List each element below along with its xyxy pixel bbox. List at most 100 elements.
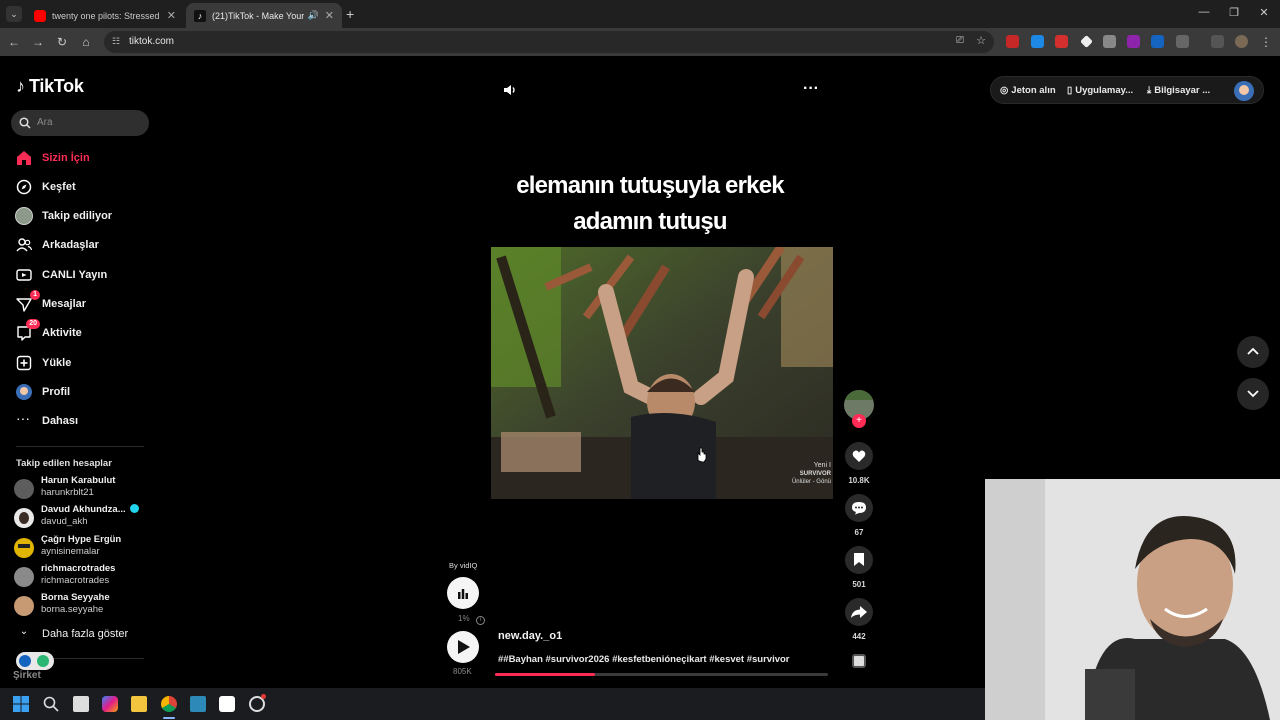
back-icon[interactable]: ←: [6, 34, 22, 50]
extension-badge-icon[interactable]: [1006, 35, 1019, 48]
extension-wave-icon[interactable]: [1151, 35, 1164, 48]
tab-tiktok[interactable]: ♪ (21)TikTok - Make Your Day 🔊 ✕: [186, 3, 342, 28]
tab-youtube[interactable]: twenty one pilots: Stressed Out ✕: [26, 3, 184, 28]
extensions-puzzle-icon[interactable]: [1176, 35, 1189, 48]
nav-explore[interactable]: Keşfet: [16, 176, 156, 198]
reading-list-icon[interactable]: [1211, 35, 1224, 48]
followed-account[interactable]: richmacrotrades richmacrotrades: [14, 563, 164, 589]
avatar: [14, 567, 34, 587]
tiktok-logo[interactable]: ♪ TikTok: [16, 76, 84, 97]
webcam-overlay: [985, 479, 1280, 720]
user-avatar[interactable]: [1234, 81, 1254, 101]
bookmark-star-icon[interactable]: ☆: [976, 34, 986, 47]
nav-more[interactable]: ··· Dahası: [16, 410, 156, 432]
vidiq-stats-button[interactable]: [447, 577, 479, 609]
nav-friends[interactable]: Arkadaşlar: [16, 234, 156, 256]
share-arrow-icon: [851, 606, 867, 618]
more-options-button[interactable]: ···: [803, 80, 819, 98]
forward-icon[interactable]: →: [30, 34, 46, 50]
extension-purple-icon[interactable]: [1127, 35, 1140, 48]
restore-icon[interactable]: ❐: [1226, 6, 1242, 19]
caption-line: elemanın tutuşuyla erkek: [516, 172, 784, 199]
nav-following[interactable]: Takip ediliyor: [15, 205, 156, 227]
nav-label: Aktivite: [42, 327, 82, 339]
ellipsis-icon: ···: [803, 80, 819, 97]
nav-profile[interactable]: Profil: [16, 381, 156, 403]
author-name[interactable]: new.day._o1: [498, 630, 562, 642]
show-more-button[interactable]: ⌄ Daha fazla göster: [16, 623, 156, 645]
follow-plus-button[interactable]: +: [852, 414, 866, 428]
account-handle: davud_akh: [41, 516, 88, 527]
address-bar[interactable]: ☷ tiktok.com ⎚ ☆: [104, 31, 994, 53]
tab-search-icon[interactable]: ⌄: [6, 6, 22, 22]
close-window-icon[interactable]: ✕: [1256, 6, 1272, 19]
new-tab-button[interactable]: +: [346, 6, 354, 22]
comment-button[interactable]: [845, 494, 873, 522]
nav-label: Sizin İçin: [42, 152, 90, 164]
watermark-text: Ünlüler - Gönü: [792, 478, 831, 485]
speaker-icon[interactable]: 🔊: [308, 10, 319, 21]
task-view-icon[interactable]: [73, 696, 89, 712]
minimize-icon[interactable]: —: [1196, 6, 1212, 18]
followed-account[interactable]: Borna Seyyahe borna.seyyahe: [14, 592, 164, 618]
nav-for-you[interactable]: Sizin İçin: [16, 147, 156, 169]
search-icon[interactable]: [43, 696, 59, 712]
phone-icon: ▯: [1067, 85, 1073, 96]
nav-upload[interactable]: Yükle: [16, 352, 156, 374]
play-button[interactable]: [447, 631, 479, 663]
watermark-text: SURVIVOR: [800, 471, 832, 477]
avatar: [14, 538, 34, 558]
file-explorer-icon[interactable]: [131, 696, 147, 712]
copilot-icon[interactable]: [102, 696, 118, 712]
get-coins-button[interactable]: ◎ Jeton alın: [1000, 85, 1056, 96]
nav-messages[interactable]: 1 Mesajlar: [16, 290, 156, 315]
video-player[interactable]: Yeni I SURVIVOR Ünlüler - Gönü: [491, 247, 833, 499]
followed-account[interactable]: Çağrı Hype Ergün aynisinemalar: [14, 534, 164, 560]
vidiq-toggle[interactable]: [16, 652, 54, 670]
nav-activity[interactable]: 20 Aktivite: [16, 319, 156, 344]
volume-button[interactable]: [502, 82, 518, 98]
windows-start-icon[interactable]: [13, 696, 29, 712]
nav-live[interactable]: CANLI Yayın: [16, 264, 156, 286]
share-count: 442: [852, 632, 866, 641]
previous-video-button[interactable]: [1237, 336, 1269, 368]
next-video-button[interactable]: [1237, 378, 1269, 410]
account-name: Borna Seyyahe: [41, 592, 110, 603]
browser-menu-icon[interactable]: ⋮: [1258, 34, 1274, 50]
compass-icon: [16, 179, 32, 195]
extension-diamond-icon[interactable]: [1080, 35, 1093, 48]
close-tab-icon[interactable]: ✕: [325, 9, 334, 22]
save-button[interactable]: [845, 546, 873, 574]
video-progress-bar[interactable]: [495, 673, 828, 676]
extension-abp-icon[interactable]: [1055, 35, 1068, 48]
more-icon: ···: [16, 410, 30, 426]
followed-account[interactable]: Harun Karabulut harunkrblt21: [14, 475, 164, 501]
extension-translate-icon[interactable]: [1031, 35, 1044, 48]
speaker-icon: [504, 85, 515, 95]
vidiq-icon: [19, 655, 31, 667]
desktop-app-button[interactable]: ⤓ Bilgisayar ...: [1147, 85, 1210, 96]
video-hashtags[interactable]: ##Bayhan #survivor2026 #kesfetbenióneçik…: [498, 654, 790, 665]
home-icon[interactable]: ⌂: [78, 34, 94, 50]
music-disc-icon[interactable]: [852, 654, 866, 668]
close-tab-icon[interactable]: ✕: [167, 9, 176, 22]
profile-avatar-icon[interactable]: [1235, 35, 1248, 48]
caption-line: adamın tutuşu: [573, 208, 727, 235]
get-app-button[interactable]: ▯ Uygulamay...: [1067, 85, 1133, 96]
share-button[interactable]: [845, 598, 873, 626]
info-icon[interactable]: i: [475, 616, 485, 625]
install-app-icon[interactable]: ⎚: [956, 35, 964, 46]
reload-icon[interactable]: ↻: [54, 34, 70, 50]
chrome-icon[interactable]: [161, 696, 177, 712]
bar-chart-icon: [458, 589, 468, 599]
site-info-icon[interactable]: ☷: [112, 36, 120, 47]
extension-glasses-icon[interactable]: [1103, 35, 1116, 48]
play-icon: [458, 640, 470, 654]
search-input[interactable]: Ara: [11, 110, 149, 136]
like-button[interactable]: [845, 442, 873, 470]
like-count: 10.8K: [848, 476, 870, 485]
company-link[interactable]: Şirket: [13, 670, 41, 681]
followed-account[interactable]: Davud Akhundza... davud_akh: [14, 504, 164, 530]
tradingview-icon[interactable]: [219, 696, 235, 712]
desktop-app-icon[interactable]: [190, 696, 206, 712]
